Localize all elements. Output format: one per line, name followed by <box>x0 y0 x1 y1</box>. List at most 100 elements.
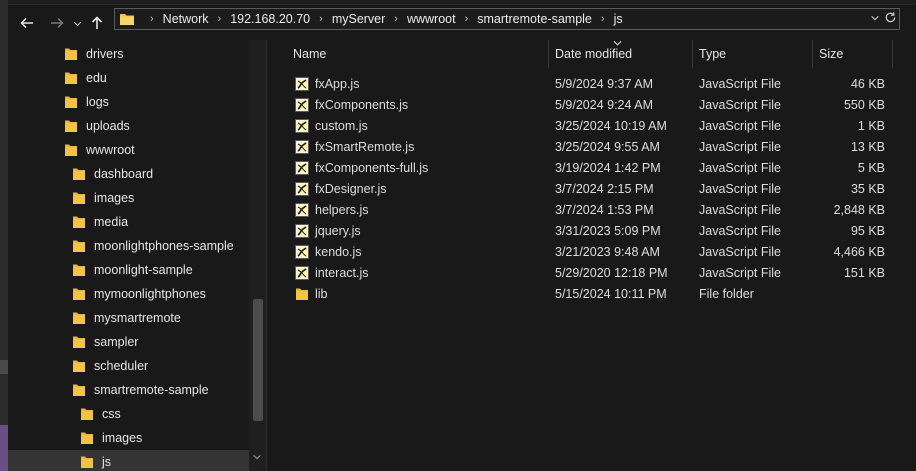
nav-tree-item[interactable]: mysmartremote <box>72 306 181 330</box>
folder-icon <box>73 192 85 204</box>
file-size: 35 KB <box>850 181 885 196</box>
nav-tree-item[interactable]: drivers <box>64 42 124 66</box>
folder-icon <box>65 96 77 108</box>
file-name-cell: lib <box>295 283 328 304</box>
scroll-down-arrow[interactable] <box>252 452 262 465</box>
nav-tree-item[interactable]: wwwroot <box>64 138 135 162</box>
folder-icon <box>73 288 85 300</box>
nav-tree-item[interactable]: sampler <box>72 330 138 354</box>
breadcrumb-label[interactable]: Network <box>163 12 209 26</box>
breadcrumb-item: › wwwroot <box>385 12 455 26</box>
nav-tree-label: css <box>102 407 121 421</box>
nav-tree-label: dashboard <box>94 167 154 181</box>
breadcrumb-label[interactable]: myServer <box>332 12 385 26</box>
nav-pane-scrollbar[interactable] <box>249 40 266 471</box>
js-file-icon <box>295 118 309 133</box>
file-name-cell: fxApp.js <box>295 73 359 94</box>
file-size: 95 KB <box>850 223 885 238</box>
file-row[interactable]: fxComponents.js 5/9/2024 9:24 AM JavaScrip… <box>285 94 895 115</box>
file-name: fxSmartRemote.js <box>315 139 415 154</box>
file-date: 3/25/2024 9:55 AM <box>555 139 660 154</box>
nav-tree-item[interactable]: moonlightphones-sample <box>72 234 234 258</box>
column-header-label: Date modified <box>555 47 633 61</box>
nav-tree-item[interactable]: moonlight-sample <box>72 258 193 282</box>
file-date: 5/9/2024 9:37 AM <box>555 76 653 91</box>
file-date: 3/7/2024 2:15 PM <box>555 181 654 196</box>
file-name-cell: kendo.js <box>295 241 362 262</box>
nav-tree-item[interactable]: logs <box>64 90 109 114</box>
column-header-size[interactable]: Size <box>813 40 893 68</box>
file-size: 2,848 KB <box>833 202 885 217</box>
column-header-type[interactable]: Type <box>693 40 813 68</box>
file-row[interactable]: interact.js 5/29/2020 12:18 PM JavaScript … <box>285 262 895 283</box>
breadcrumb-item: › smartremote-sample <box>456 12 592 26</box>
chevron-right-icon[interactable]: › <box>218 13 222 25</box>
back-button[interactable] <box>14 10 40 36</box>
recent-locations-button[interactable] <box>70 10 84 36</box>
file-type: JavaScript File <box>699 181 781 196</box>
breadcrumb-label[interactable]: 192.168.20.70 <box>230 12 310 26</box>
folder-icon <box>81 432 93 444</box>
nav-tree-label: images <box>94 191 135 205</box>
folder-icon <box>73 264 85 276</box>
file-size: 4,466 KB <box>833 244 885 259</box>
chevron-right-icon[interactable]: › <box>319 13 323 25</box>
nav-tree-item[interactable]: uploads <box>64 114 130 138</box>
nav-tree-label: drivers <box>86 47 124 61</box>
refresh-icon[interactable] <box>884 11 897 24</box>
folder-icon <box>73 360 85 372</box>
file-name: lib <box>315 286 328 301</box>
scrollbar-thumb[interactable] <box>253 299 263 421</box>
nav-tree-item[interactable]: css <box>80 402 121 426</box>
nav-tree-item[interactable]: edu <box>64 66 107 90</box>
folder-icon <box>65 72 77 84</box>
js-file-icon <box>295 202 309 217</box>
folder-icon <box>296 288 308 300</box>
nav-tree-item[interactable]: mymoonlightphones <box>72 282 206 306</box>
address-bar[interactable]: › Network › 192.168.20.70 › myServer › wwwroot ›… <box>114 8 900 30</box>
file-row[interactable]: lib 5/15/2024 10:11 PM File folder <box>285 283 895 304</box>
file-name: helpers.js <box>315 202 369 217</box>
chevron-right-icon[interactable]: › <box>601 13 605 25</box>
nav-tree-label: js <box>102 455 112 469</box>
forward-button[interactable] <box>44 10 70 36</box>
nav-tree-label: moonlight-sample <box>94 263 193 277</box>
nav-tree-item[interactable]: images <box>80 426 142 450</box>
nav-tree-item[interactable]: scheduler <box>72 354 148 378</box>
file-row[interactable]: fxComponents-full.js 3/19/2024 1:42 PM Jav… <box>285 157 895 178</box>
file-name-cell: jquery.js <box>295 220 361 241</box>
column-header-date-modified[interactable]: Date modified <box>549 40 693 68</box>
chevron-right-icon[interactable]: › <box>150 13 154 25</box>
nav-tree-item[interactable]: smartremote-sample <box>72 378 209 402</box>
nav-tree-item[interactable]: images <box>72 186 134 210</box>
nav-tree-item[interactable]: js <box>8 450 249 471</box>
file-name-cell: custom.js <box>295 115 368 136</box>
file-date: 5/15/2024 10:11 PM <box>555 286 667 301</box>
chevron-right-icon[interactable]: › <box>465 13 469 25</box>
breadcrumb-label[interactable]: smartremote-sample <box>477 12 592 26</box>
chevron-down-icon[interactable] <box>870 13 880 23</box>
nav-tree-item[interactable]: media <box>72 210 128 234</box>
file-row[interactable]: helpers.js 3/7/2024 1:53 PM JavaScript Fil… <box>285 199 895 220</box>
file-name: fxComponents-full.js <box>315 160 429 175</box>
chevron-right-icon[interactable]: › <box>394 13 398 25</box>
file-row[interactable]: fxDesigner.js 3/7/2024 2:15 PM JavaScript … <box>285 178 895 199</box>
background-window-segment <box>0 425 8 471</box>
breadcrumb-label[interactable]: js <box>614 12 623 26</box>
file-row[interactable]: kendo.js 3/21/2023 9:48 AM JavaScript File… <box>285 241 895 262</box>
file-size: 550 KB <box>843 97 885 112</box>
address-controls <box>870 11 897 24</box>
file-row[interactable]: fxSmartRemote.js 3/25/2024 9:55 AM JavaScr… <box>285 136 895 157</box>
file-row[interactable]: jquery.js 3/31/2023 5:09 PM JavaScript Fil… <box>285 220 895 241</box>
nav-tree-item[interactable]: dashboard <box>72 162 153 186</box>
file-type: JavaScript File <box>699 223 781 238</box>
breadcrumb-label[interactable]: wwwroot <box>407 12 456 26</box>
column-header-label: Type <box>699 47 727 61</box>
js-file-icon <box>295 265 309 280</box>
file-name-cell: fxDesigner.js <box>295 178 387 199</box>
up-button[interactable] <box>84 10 110 36</box>
file-row[interactable]: custom.js 3/25/2024 10:19 AM JavaScript Fi… <box>285 115 895 136</box>
file-row[interactable]: fxApp.js 5/9/2024 9:37 AM JavaScript File 4… <box>285 73 895 94</box>
file-size: 5 KB <box>857 160 885 175</box>
column-header-name[interactable]: Name <box>287 40 549 68</box>
